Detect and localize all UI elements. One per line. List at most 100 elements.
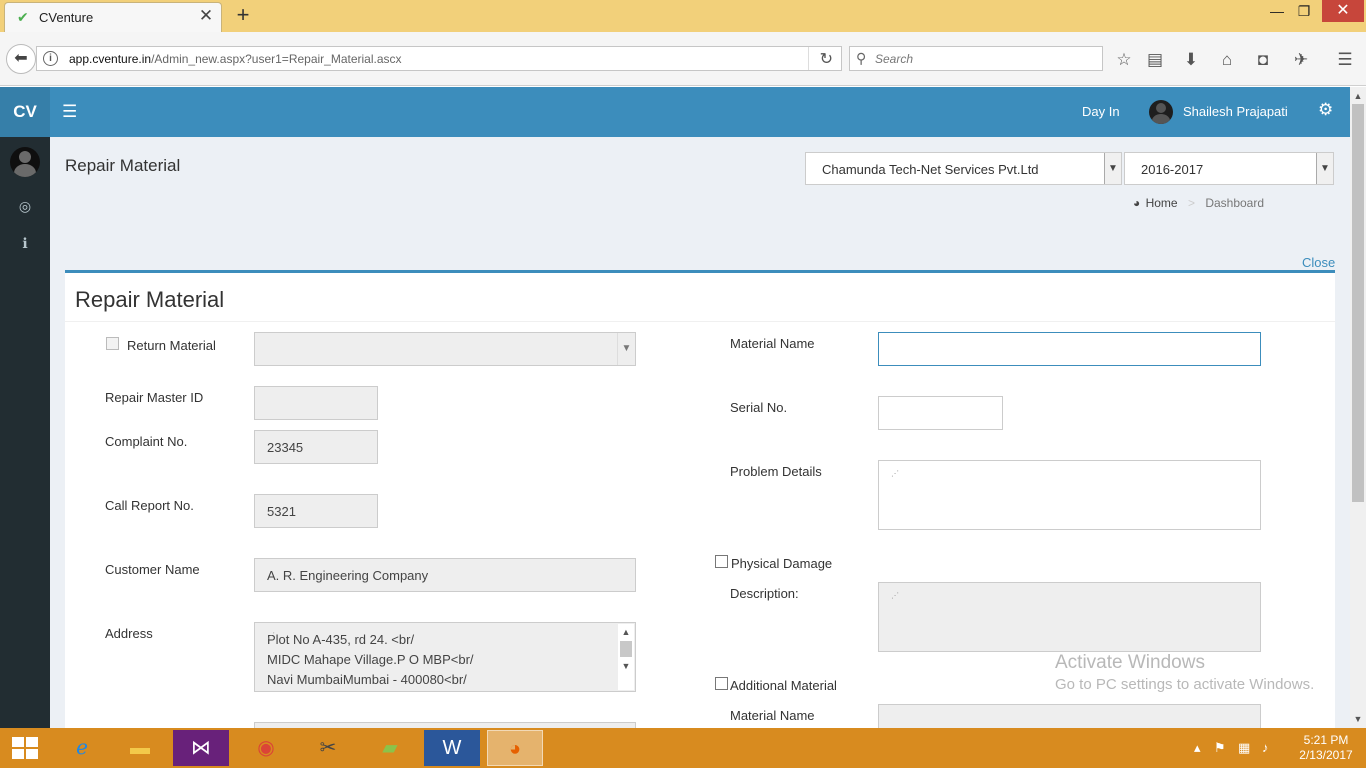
search-placeholder: Search xyxy=(875,52,914,66)
resize-handle-icon[interactable]: ⋰ xyxy=(891,592,1258,649)
sticky-notes-icon[interactable]: ▰ xyxy=(362,730,418,766)
form-divider xyxy=(65,321,1335,322)
visual-studio-icon[interactable]: ⋈ xyxy=(173,730,229,766)
breadcrumb-home[interactable]: Home xyxy=(1146,196,1178,210)
company-select[interactable]: Chamunda Tech-Net Services Pvt.Ltd ▼ xyxy=(805,152,1122,185)
activation-watermark-subtitle: Go to PC settings to activate Windows. xyxy=(1055,676,1315,693)
year-select-value: 2016-2017 xyxy=(1141,162,1204,177)
word-icon[interactable]: W xyxy=(424,730,480,766)
chevron-down-icon[interactable]: ▼ xyxy=(1350,711,1366,727)
physical-damage-label: Physical Damage xyxy=(731,556,833,571)
browser-search-bar[interactable]: ⚲ Search xyxy=(849,46,1103,71)
gears-icon[interactable]: ⚙ xyxy=(1318,100,1333,120)
arrow-left-icon: ⬅ xyxy=(14,50,28,67)
tab-close-icon[interactable]: ✕ xyxy=(197,7,215,25)
user-avatar[interactable] xyxy=(1149,100,1173,124)
chevron-down-icon: ▼ xyxy=(1104,153,1121,184)
menu-icon[interactable]: ☰ xyxy=(1334,49,1356,71)
windows-start-icon[interactable] xyxy=(12,737,38,759)
info-icon[interactable]: i xyxy=(43,51,58,66)
address-textarea[interactable]: Plot No A-435, rd 24. <br/ MIDC Mahape V… xyxy=(254,622,636,692)
browser-navbar: ⬅ i app.cventure.in/Admin_new.aspx?user1… xyxy=(0,32,1366,86)
firefox-icon[interactable]: ◕ xyxy=(487,730,543,766)
download-icon[interactable]: ⬇ xyxy=(1180,49,1202,71)
customer-name-field[interactable]: A. R. Engineering Company xyxy=(254,558,636,592)
url-bar[interactable]: i app.cventure.in/Admin_new.aspx?user1=R… xyxy=(36,46,842,71)
description-textarea[interactable]: ⋰ xyxy=(878,582,1261,652)
day-in-link[interactable]: Day In xyxy=(1082,104,1120,119)
search-icon: ⚲ xyxy=(856,50,867,66)
user-name[interactable]: Shailesh Prajapati xyxy=(1183,104,1288,119)
serial-no-input[interactable] xyxy=(878,396,1003,430)
return-material-checkbox[interactable] xyxy=(106,337,119,350)
return-material-select[interactable]: ▼ xyxy=(254,332,636,366)
repair-master-id-label: Repair Master ID xyxy=(105,390,204,405)
new-tab-button[interactable]: + xyxy=(232,3,254,27)
physical-damage-checkbox[interactable] xyxy=(715,555,728,568)
internet-explorer-icon[interactable]: ℯ xyxy=(54,730,110,766)
resize-handle-icon[interactable]: ⋰ xyxy=(267,632,633,689)
call-report-no-value: 5321 xyxy=(267,504,296,519)
system-clock[interactable]: 5:21 PM 2/13/2017 xyxy=(1296,733,1356,763)
bookmark-star-icon[interactable]: ☆ xyxy=(1113,49,1135,71)
breadcrumb: ◕ Home > Dashboard xyxy=(1133,196,1264,210)
volume-icon[interactable]: ♪ xyxy=(1262,740,1269,755)
material-name-2-input[interactable] xyxy=(878,704,1261,728)
additional-material-label: Additional Material xyxy=(730,678,837,693)
network-icon[interactable]: ▦ xyxy=(1238,740,1250,756)
app-header: CV ☰ Day In Shailesh Prajapati ⚙ xyxy=(0,87,1350,137)
breadcrumb-current: Dashboard xyxy=(1205,196,1265,210)
additional-material-checkbox[interactable] xyxy=(715,677,728,690)
page-scrollbar[interactable]: ▲ ▼ xyxy=(1350,87,1366,728)
snipping-tool-icon[interactable]: ✂ xyxy=(300,730,356,766)
material-name-input[interactable] xyxy=(878,332,1261,366)
activation-watermark-title: Activate Windows xyxy=(1055,652,1205,673)
action-center-icon[interactable]: ⚑ xyxy=(1214,740,1226,756)
minimize-button[interactable]: — xyxy=(1262,0,1292,22)
company-select-value: Chamunda Tech-Net Services Pvt.Ltd xyxy=(822,162,1039,177)
pocket-icon[interactable]: ◘ xyxy=(1252,49,1274,71)
main-content: Repair Material Chamunda Tech-Net Servic… xyxy=(50,137,1350,728)
form-title: Repair Material xyxy=(75,287,225,312)
support-icon[interactable]: ◎ xyxy=(15,196,35,216)
year-select[interactable]: 2016-2017 ▼ xyxy=(1124,152,1334,185)
chrome-icon[interactable]: ◉ xyxy=(238,730,294,766)
breadcrumb-separator: > xyxy=(1187,196,1195,210)
maximize-button[interactable]: ❐ xyxy=(1289,0,1319,22)
app-logo[interactable]: CV xyxy=(0,87,50,137)
info-circle-icon[interactable]: ℹ xyxy=(15,233,35,253)
complaint-no-value: 23345 xyxy=(267,440,304,455)
browser-tab-strip: ✔ CVenture ✕ + — ❐ ✕ xyxy=(0,0,1366,32)
call-report-no-field[interactable]: 5321 xyxy=(254,494,378,528)
app-viewport: CV ☰ Day In Shailesh Prajapati ⚙ ◎ ℹ Rep… xyxy=(0,87,1350,728)
customer-name-value: A. R. Engineering Company xyxy=(267,568,429,583)
serial-no-label: Serial No. xyxy=(730,400,788,415)
reload-icon[interactable]: ↻ xyxy=(820,49,833,69)
back-button[interactable]: ⬅ xyxy=(6,44,36,74)
material-name-label: Material Name xyxy=(730,336,815,351)
complaint-no-field[interactable]: 23345 xyxy=(254,430,378,464)
description-label: Description: xyxy=(730,586,799,601)
clock-time: 5:21 PM xyxy=(1303,733,1349,747)
clock-date: 2/13/2017 xyxy=(1299,748,1353,762)
sidebar: ◎ ℹ xyxy=(0,137,50,728)
browser-tab[interactable]: ✔ CVenture ✕ xyxy=(4,2,222,32)
page-scroll-thumb[interactable] xyxy=(1352,104,1364,502)
call-report-no-label: Call Report No. xyxy=(105,498,194,513)
complaint-no-label: Complaint No. xyxy=(105,434,188,449)
resize-handle-icon[interactable]: ⋰ xyxy=(891,470,1258,527)
chevron-up-icon[interactable]: ▲ xyxy=(1350,88,1366,104)
home-icon[interactable]: ⌂ xyxy=(1216,49,1238,71)
problem-details-textarea[interactable]: ⋰ xyxy=(878,460,1261,530)
page-title: Repair Material xyxy=(65,156,181,175)
tray-expand-icon[interactable]: ▴ xyxy=(1194,740,1201,756)
url-separator xyxy=(808,47,809,70)
repair-master-id-field[interactable] xyxy=(254,386,378,420)
reading-list-icon[interactable]: ▤ xyxy=(1144,49,1166,71)
sidebar-toggle-icon[interactable]: ☰ xyxy=(62,102,80,122)
material-name-2-label: Material Name xyxy=(730,708,815,723)
extension-icon[interactable]: ✈ xyxy=(1290,49,1312,71)
file-explorer-icon[interactable]: ▬ xyxy=(112,730,168,766)
window-close-button[interactable]: ✕ xyxy=(1322,0,1364,22)
close-link[interactable]: Close xyxy=(1302,255,1335,270)
